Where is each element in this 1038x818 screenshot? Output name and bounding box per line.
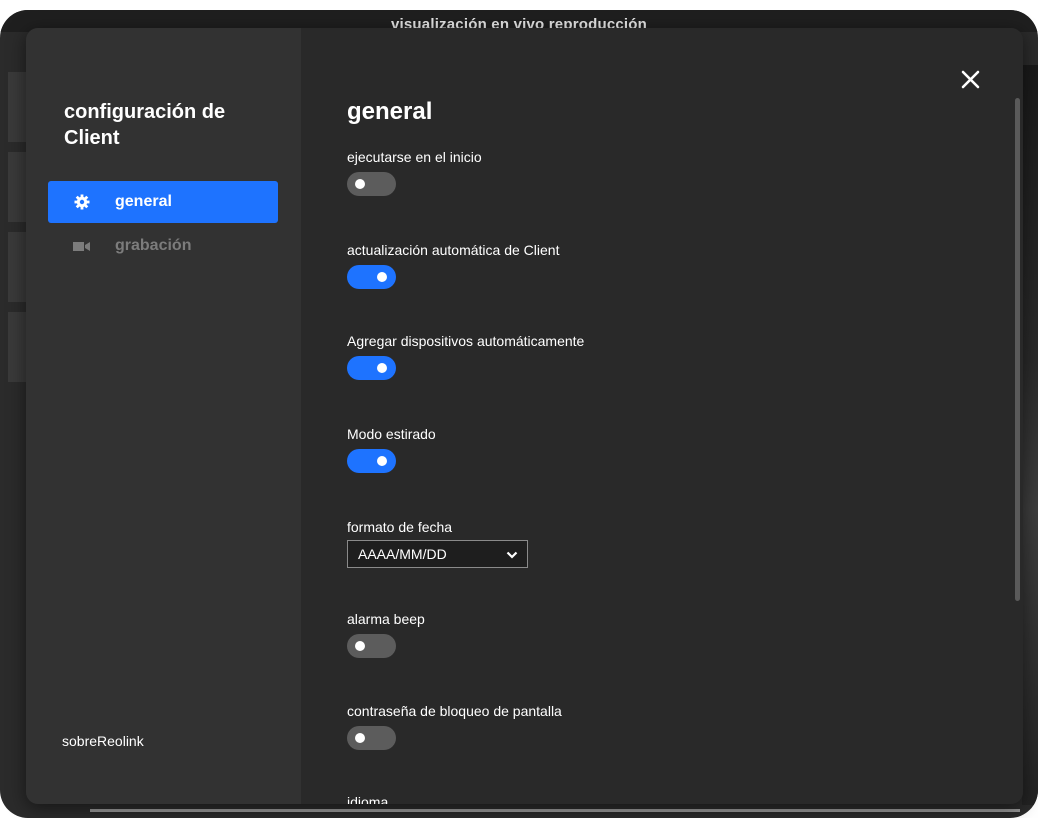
background-video-preview <box>1022 65 1038 805</box>
setting-auto-add-devices: Agregar dispositivos automáticamente <box>347 332 584 380</box>
setting-label: idioma <box>347 794 389 804</box>
close-button[interactable] <box>959 68 983 92</box>
chevron-down-icon <box>506 546 518 562</box>
gear-icon <box>73 193 91 211</box>
setting-language: idioma <box>347 793 388 804</box>
date-format-value: AAAA/MM/DD <box>358 546 447 562</box>
scrollbar[interactable] <box>1015 98 1020 601</box>
setting-run-at-startup: ejecutarse en el inicio <box>347 148 482 196</box>
sidebar-title: configuración de Client <box>64 101 226 149</box>
sidebar-item-general[interactable]: general <box>48 181 278 223</box>
sidebar-item-label: general <box>115 193 172 210</box>
setting-label: ejecutarse en el inicio <box>347 149 482 165</box>
settings-sidebar: configuración de Client general grabació… <box>26 28 301 804</box>
auto-update-toggle[interactable] <box>347 265 396 289</box>
background-divider <box>90 809 1020 812</box>
setting-auto-update: actualización automática de Client <box>347 241 559 289</box>
video-camera-icon <box>73 237 91 255</box>
setting-label: actualización automática de Client <box>347 242 560 258</box>
auto-add-devices-toggle[interactable] <box>347 356 396 380</box>
setting-alarm-beep: alarma beep <box>347 610 425 658</box>
setting-label: contraseña de bloqueo de pantalla <box>347 703 562 719</box>
settings-content: general ejecutarse en el inicio actualiz… <box>301 28 1023 804</box>
page-title: general <box>347 98 433 125</box>
screen-lock-password-toggle[interactable] <box>347 726 396 750</box>
sidebar-item-label: grabación <box>115 237 192 254</box>
stretch-mode-toggle[interactable] <box>347 449 396 473</box>
setting-date-format: formato de fecha AAAA/MM/DD <box>347 518 528 568</box>
date-format-select[interactable]: AAAA/MM/DD <box>347 540 528 568</box>
settings-dialog: configuración de Client general grabació… <box>26 28 1023 804</box>
setting-screen-lock-password: contraseña de bloqueo de pantalla <box>347 702 562 750</box>
setting-stretch-mode: Modo estirado <box>347 425 436 473</box>
setting-label: Modo estirado <box>347 426 436 442</box>
about-reolink-link[interactable]: sobreReolink <box>62 733 144 749</box>
close-icon <box>961 70 980 89</box>
setting-label: alarma beep <box>347 611 425 627</box>
alarm-beep-toggle[interactable] <box>347 634 396 658</box>
setting-label: Agregar dispositivos automáticamente <box>347 333 585 349</box>
sidebar-item-recording[interactable]: grabación <box>48 225 278 267</box>
setting-label: formato de fecha <box>347 519 453 535</box>
run-at-startup-toggle[interactable] <box>347 172 396 196</box>
